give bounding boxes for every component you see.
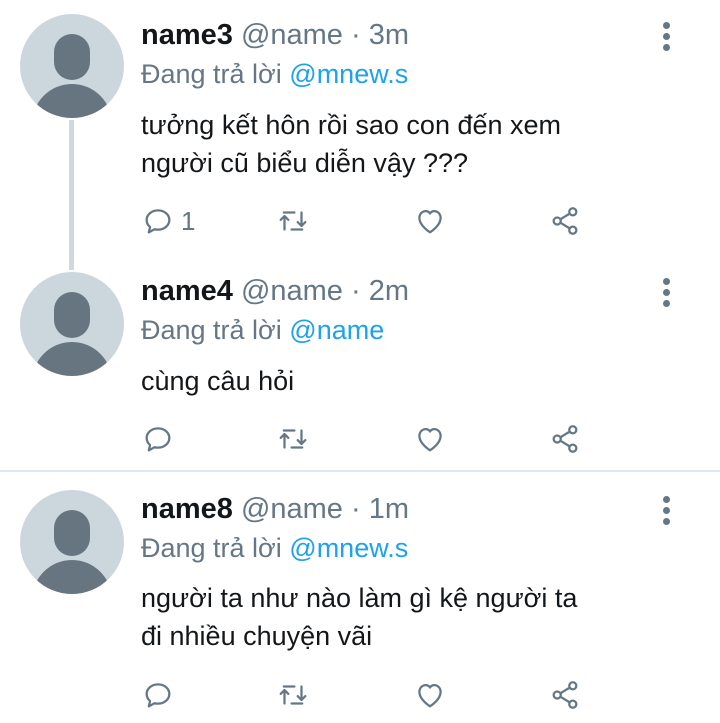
thread-line — [69, 120, 74, 270]
avatar-body — [32, 84, 112, 118]
like-icon — [418, 683, 442, 708]
avatar-head — [54, 292, 90, 338]
separator-dot: · — [351, 493, 361, 525]
replying-label: Đang trả lời — [141, 315, 282, 345]
retweet-icon — [279, 429, 307, 449]
replying-mention[interactable]: @mnew.s — [289, 533, 408, 563]
share-icon — [552, 425, 578, 453]
like-button[interactable] — [413, 201, 447, 241]
avatar-body — [32, 560, 112, 594]
tweet-header: name8 @name · 1m — [141, 492, 409, 526]
retweet-icon — [279, 211, 307, 231]
retweet-button[interactable] — [276, 675, 310, 715]
tweet-text-line: cùng câu hỏi — [141, 366, 295, 396]
replying-to: Đang trả lời @name — [141, 313, 384, 347]
more-vertical-icon[interactable] — [655, 494, 677, 526]
share-icon — [552, 681, 578, 709]
avatar-head — [54, 34, 90, 80]
username[interactable]: @name — [241, 275, 343, 307]
like-button[interactable] — [413, 419, 447, 459]
tweet-text-line: người ta như nào làm gì kệ người ta — [141, 583, 578, 613]
avatar[interactable] — [20, 14, 124, 118]
replying-label: Đang trả lời — [141, 533, 282, 563]
tweet-text: người ta như nào làm gì kệ người ta đi n… — [141, 579, 577, 655]
reply-button[interactable] — [141, 419, 181, 459]
tweet-1[interactable]: name3 @name · 3m Đang trả lời @mnew.s tư… — [0, 0, 720, 270]
replying-to: Đang trả lời @mnew.s — [141, 531, 408, 565]
avatar[interactable] — [20, 490, 124, 594]
tweet-2[interactable]: name4 @name · 2m Đang trả lời @name cùng… — [0, 270, 720, 470]
tweet-3[interactable]: name8 @name · 1m Đang trả lời @mnew.s ng… — [0, 472, 720, 723]
tweet-text: cùng câu hỏi — [141, 362, 294, 400]
tweet-header: name4 @name · 2m — [141, 274, 409, 308]
timestamp[interactable]: 1m — [369, 493, 409, 525]
reply-icon — [145, 683, 171, 708]
display-name[interactable]: name8 — [141, 493, 233, 525]
tweet-actions — [141, 419, 601, 459]
share-icon — [552, 207, 578, 235]
like-button[interactable] — [413, 675, 447, 715]
tweet-actions — [141, 675, 601, 715]
retweet-button[interactable] — [276, 201, 310, 241]
more-vertical-icon[interactable] — [655, 276, 677, 308]
reply-button[interactable] — [141, 675, 181, 715]
replying-mention[interactable]: @mnew.s — [289, 59, 408, 89]
share-button[interactable] — [548, 201, 582, 241]
tweet-text-line: tưởng kết hôn rồi sao con đến xem — [141, 110, 562, 140]
separator-dot: · — [351, 275, 361, 307]
timestamp[interactable]: 3m — [369, 19, 409, 51]
retweet-button[interactable] — [276, 419, 310, 459]
like-icon — [418, 427, 442, 452]
username[interactable]: @name — [241, 19, 343, 51]
reply-icon — [145, 209, 171, 234]
separator-dot: · — [351, 19, 361, 51]
share-button[interactable] — [548, 675, 582, 715]
tweet-header: name3 @name · 3m — [141, 18, 409, 52]
retweet-icon — [279, 685, 307, 705]
avatar-body — [32, 342, 112, 376]
display-name[interactable]: name3 — [141, 19, 233, 51]
tweet-text-line: đi nhiều chuyện vãi — [141, 621, 373, 651]
tweet-actions: 1 — [141, 201, 601, 241]
replying-label: Đang trả lời — [141, 59, 282, 89]
avatar-head — [54, 510, 90, 556]
reply-icon — [145, 427, 171, 452]
like-icon — [418, 209, 442, 234]
replying-mention[interactable]: @name — [289, 315, 384, 345]
more-vertical-icon[interactable] — [655, 20, 677, 52]
timestamp[interactable]: 2m — [369, 275, 409, 307]
tweet-text: tưởng kết hôn rồi sao con đến xem người … — [141, 106, 561, 182]
tweet-text-line: người cũ biểu diễn vậy ??? — [141, 148, 468, 178]
share-button[interactable] — [548, 419, 582, 459]
reply-button[interactable]: 1 — [141, 201, 195, 241]
avatar[interactable] — [20, 272, 124, 376]
reply-count: 1 — [181, 205, 196, 236]
display-name[interactable]: name4 — [141, 275, 233, 307]
username[interactable]: @name — [241, 493, 343, 525]
replying-to: Đang trả lời @mnew.s — [141, 57, 408, 91]
